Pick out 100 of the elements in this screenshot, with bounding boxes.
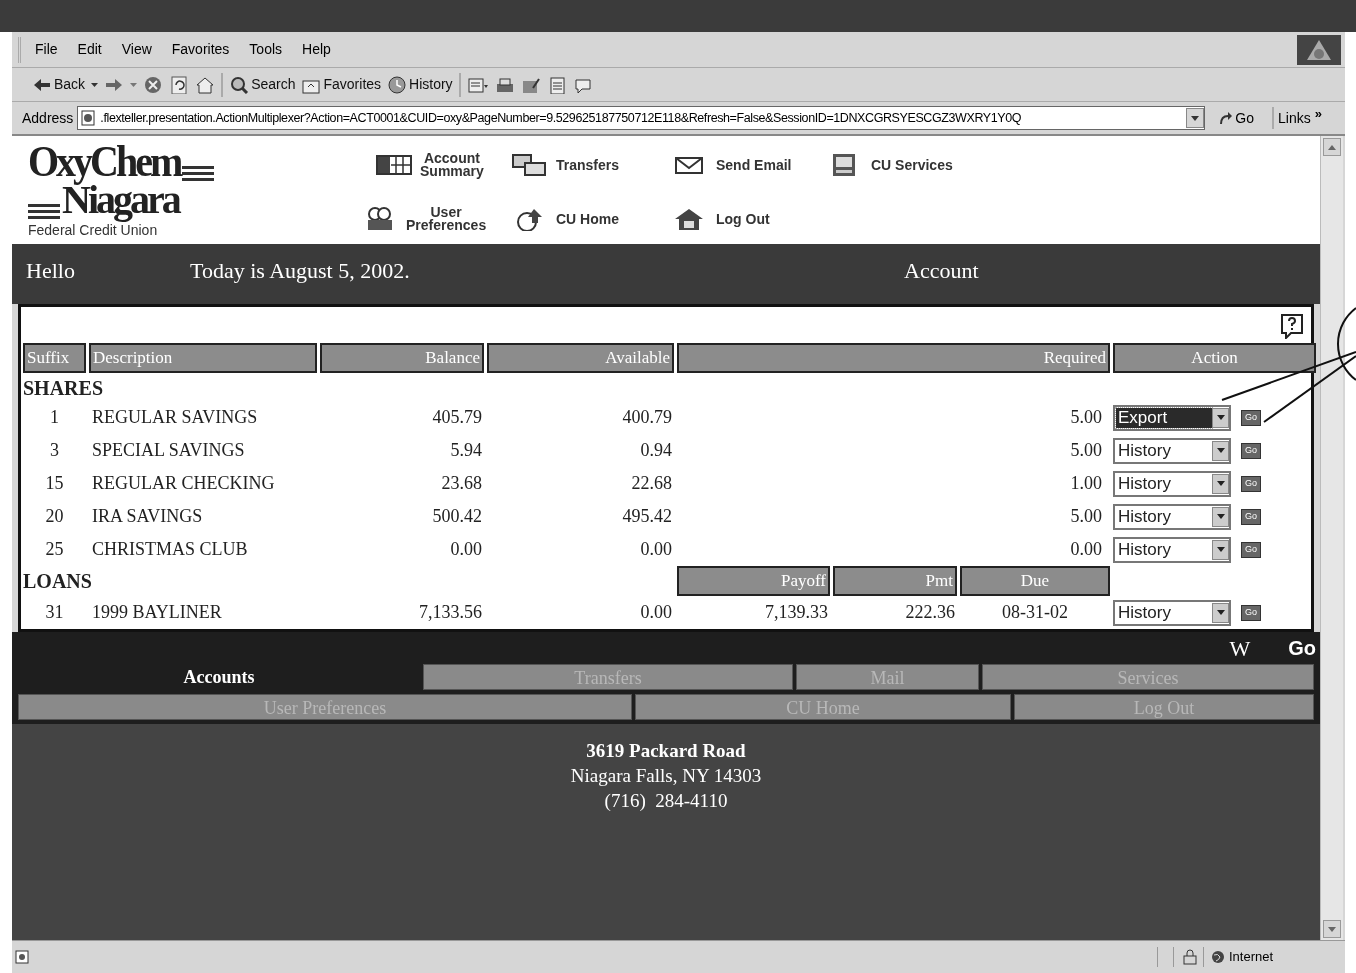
redo-arrow-icon (1217, 110, 1234, 126)
table-cell-text: 5.00 (1069, 406, 1103, 429)
printer-icon[interactable] (494, 75, 515, 94)
history-button[interactable]: History (387, 74, 453, 95)
links-label[interactable]: Links (1278, 107, 1311, 129)
action-dropdown[interactable]: Export (1113, 404, 1231, 431)
refresh-icon[interactable] (169, 75, 190, 94)
scroll-up-icon[interactable] (1323, 138, 1341, 156)
menu-item[interactable]: Help (302, 39, 331, 60)
go-button[interactable]: Go (1241, 508, 1261, 525)
corner-text: W (1229, 634, 1251, 663)
go-button[interactable]: Go (1241, 604, 1261, 621)
table-cell-text: 405.79 (431, 406, 483, 429)
nav-link[interactable]: Send Email (672, 153, 827, 177)
table-cell-text: 1 (49, 406, 60, 429)
action-dropdown[interactable]: History (1113, 599, 1231, 626)
column-header: Action (1113, 343, 1316, 373)
caret-icon (1216, 547, 1225, 552)
dropdown-caret-icon[interactable] (91, 82, 99, 87)
bars-icon (28, 202, 60, 220)
corner-text: Go (1288, 636, 1316, 661)
table-cell-text: 25 (44, 538, 65, 561)
table-cell-text: CHRISTMAS CLUB (91, 538, 249, 561)
go-button[interactable]: Go (1241, 442, 1261, 459)
column-header: Available (487, 343, 674, 373)
stop-icon[interactable] (143, 75, 164, 94)
table-cell-text: 22.68 (630, 472, 673, 495)
search-icon (229, 75, 250, 94)
nav-link[interactable]: Log Out (672, 207, 827, 231)
mail-icon[interactable] (466, 75, 489, 94)
table-cell-text: 3 (49, 439, 60, 462)
menu-item[interactable]: Favorites (171, 39, 230, 60)
table-cell-text: 0.00 (1069, 538, 1103, 561)
column-header: Balance (320, 343, 484, 373)
action-dropdown[interactable]: History (1113, 536, 1231, 563)
go-button[interactable]: Go (1217, 107, 1255, 129)
go-button[interactable]: Go (1241, 475, 1261, 492)
nav-link[interactable]: CU Home (512, 207, 672, 231)
table-cell-text: 0.00 (639, 538, 673, 561)
search-button[interactable]: Search (229, 74, 296, 95)
favorites-button[interactable]: Favorites (301, 74, 382, 95)
menu-item[interactable]: Tools (249, 39, 283, 60)
menu-item[interactable]: View (121, 39, 152, 60)
help-icon[interactable] (1279, 313, 1305, 339)
table-cell-text: SPECIAL SAVINGS (91, 439, 246, 462)
caret-icon (1216, 610, 1225, 615)
dropdown-button[interactable] (1186, 108, 1205, 128)
table-cell-text: 20 (44, 505, 65, 528)
table-cell-text: 5.94 (449, 439, 483, 462)
table-cell-text: 400.79 (621, 406, 673, 429)
address-line: (716) 284-4110 (604, 789, 728, 813)
table-cell-text: 0.00 (449, 538, 483, 561)
address-line: 3619 Packard Road (586, 739, 746, 763)
table-cell-text: 0.00 (639, 601, 673, 624)
scrollbar[interactable] (1320, 136, 1343, 940)
caret-icon (1216, 481, 1225, 486)
go-button[interactable]: Go (1241, 541, 1261, 558)
more-links-chevron[interactable]: » (1314, 104, 1322, 124)
back-button[interactable]: Back (32, 74, 86, 95)
nav-link[interactable]: Account Summary (376, 152, 512, 178)
documents-icon (512, 153, 548, 177)
greeting-text: Hello (26, 256, 76, 285)
section-heading: SHARES (23, 376, 105, 401)
logo-subtitle: Federal Credit Union (28, 223, 159, 237)
triangle-logo-icon (1306, 39, 1332, 61)
column-header: Required (677, 343, 1110, 373)
action-dropdown[interactable]: History (1113, 470, 1231, 497)
zone-label: Internet (1229, 948, 1275, 967)
address-field[interactable]: .flexteller.presentation.ActionMultiplexer?Action=ACT0001&CUID=oxy&PageNumber=9.529625187750712E118&Refresh=False&SessionID=1DNXCGRSYESCGZ3WXRY1Y0Q (77, 106, 1206, 130)
caret-icon (1216, 448, 1225, 453)
table-cell-text: 495.42 (621, 505, 673, 528)
address-line: Niagara Falls, NY 14303 (570, 764, 762, 788)
address-label: Address (22, 108, 74, 128)
table-cell-text: REGULAR SAVINGS (91, 406, 259, 429)
date-text: Today is August 5, 2002. (190, 256, 411, 285)
table-cell-text: 7,139.33 (764, 601, 829, 624)
scroll-down-icon[interactable] (1323, 920, 1341, 938)
action-dropdown[interactable]: History (1113, 503, 1231, 530)
column-header: Due (960, 566, 1110, 596)
page-icon (14, 950, 30, 964)
table-cell-text: 0.94 (639, 439, 673, 462)
table-cell-text: 15 (44, 472, 65, 495)
column-header: Description (89, 343, 317, 373)
section-heading: LOANS (23, 569, 93, 594)
table-cell-text: 7,133.56 (418, 601, 483, 624)
table-cell-text: 31 (44, 601, 65, 624)
go-button[interactable]: Go (1241, 409, 1261, 426)
column-header: Suffix (23, 343, 86, 373)
globe-icon (1211, 950, 1225, 964)
column-header: Pmt (833, 566, 957, 596)
page-title: Account (904, 256, 979, 285)
page-icon (80, 110, 97, 126)
table-cell-text: 23.68 (440, 472, 483, 495)
nav-link[interactable]: CU Services (827, 153, 997, 177)
menu-item[interactable]: Edit (77, 39, 102, 60)
menu-item[interactable]: File (35, 39, 58, 60)
action-dropdown[interactable]: History (1113, 437, 1231, 464)
table-icon (376, 153, 412, 177)
nav-link[interactable]: Transfers (512, 153, 672, 177)
nav-link[interactable]: User Preferences (362, 206, 512, 232)
